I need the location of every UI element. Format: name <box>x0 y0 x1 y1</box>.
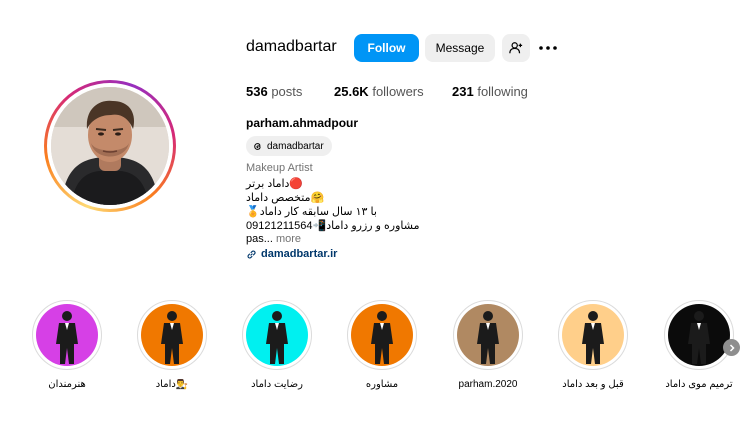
highlight-label: داماد👨‍⚖️ <box>155 379 189 390</box>
chevron-right-icon <box>729 343 735 352</box>
groom-silhouette-icon <box>56 311 78 364</box>
profile-full-name: parham.ahmadpour <box>246 116 359 130</box>
more-options-button[interactable] <box>537 40 559 56</box>
bio-line-4: 09121211564📲مشاوره و رزرو داماد <box>246 220 420 232</box>
highlight-cover-ring <box>347 300 417 370</box>
bio-line-1: داماد برتر🔴 <box>246 178 304 190</box>
highlight-label: ترمیم موی داماد <box>665 379 733 390</box>
profile-category: Makeup Artist <box>246 162 313 174</box>
highlight-label: هنرمندان <box>48 379 86 390</box>
threads-icon <box>254 142 261 150</box>
highlight-cover <box>36 304 98 366</box>
highlight-cover-ring <box>453 300 523 370</box>
groom-silhouette-icon <box>161 311 183 364</box>
threads-handle: damadbartar <box>267 140 324 152</box>
highlight-cover-ring <box>242 300 312 370</box>
highlight-cover-ring <box>664 300 734 370</box>
highlights-next-button[interactable] <box>723 339 740 356</box>
groom-silhouette-icon <box>266 311 288 364</box>
groom-silhouette-icon <box>582 311 604 364</box>
groom-silhouette-icon <box>688 311 710 364</box>
bio-line-2: متخصص داماد🤗 <box>246 192 325 204</box>
highlight-item[interactable]: رضایت داماد <box>237 300 317 390</box>
groom-silhouette-icon <box>371 311 393 364</box>
profile-avatar[interactable] <box>44 80 176 212</box>
highlight-item[interactable]: هنرمندان <box>27 300 107 390</box>
followers-link[interactable]: 25.6K followers <box>334 84 424 99</box>
highlight-cover <box>668 304 730 366</box>
highlight-cover-ring <box>558 300 628 370</box>
highlight-cover-ring <box>32 300 102 370</box>
highlight-cover-ring <box>137 300 207 370</box>
highlight-item[interactable]: parham.2020 <box>448 300 528 390</box>
highlight-item[interactable]: داماد👨‍⚖️ <box>132 300 212 390</box>
highlight-item[interactable]: قبل و بعد داماد <box>553 300 633 390</box>
groom-silhouette-icon <box>477 311 499 364</box>
avatar-photo <box>51 87 169 205</box>
highlight-label: parham.2020 <box>458 379 518 390</box>
posts-stat: 536 posts <box>246 84 303 99</box>
follow-button[interactable]: Follow <box>354 34 419 62</box>
website-url: damadbartar.ir <box>261 248 338 260</box>
highlight-cover <box>351 304 413 366</box>
suggested-users-button[interactable] <box>502 34 530 62</box>
highlight-cover <box>457 304 519 366</box>
bio-truncated: pas... more <box>246 233 301 245</box>
message-button[interactable]: Message <box>425 34 495 62</box>
highlight-cover <box>562 304 624 366</box>
highlight-label: قبل و بعد داماد <box>562 379 624 390</box>
bio-line-3: 🏅با ۱۳ سال سابقه کار داماد <box>246 206 377 218</box>
highlight-label: مشاوره <box>365 379 399 390</box>
following-link[interactable]: 231 following <box>452 84 528 99</box>
bio-more-link[interactable]: more <box>276 233 301 245</box>
more-icon <box>539 46 557 50</box>
highlight-cover <box>246 304 308 366</box>
bio-truncated-text: pas... <box>246 233 273 245</box>
highlight-label: رضایت داماد <box>251 379 303 390</box>
add-user-icon <box>509 42 523 54</box>
threads-badge[interactable]: damadbartar <box>246 136 332 156</box>
link-icon <box>247 249 256 259</box>
highlight-cover <box>141 304 203 366</box>
website-link[interactable]: damadbartar.ir <box>246 248 337 260</box>
highlight-item[interactable]: مشاوره <box>342 300 422 390</box>
profile-username: damadbartar <box>246 38 337 55</box>
